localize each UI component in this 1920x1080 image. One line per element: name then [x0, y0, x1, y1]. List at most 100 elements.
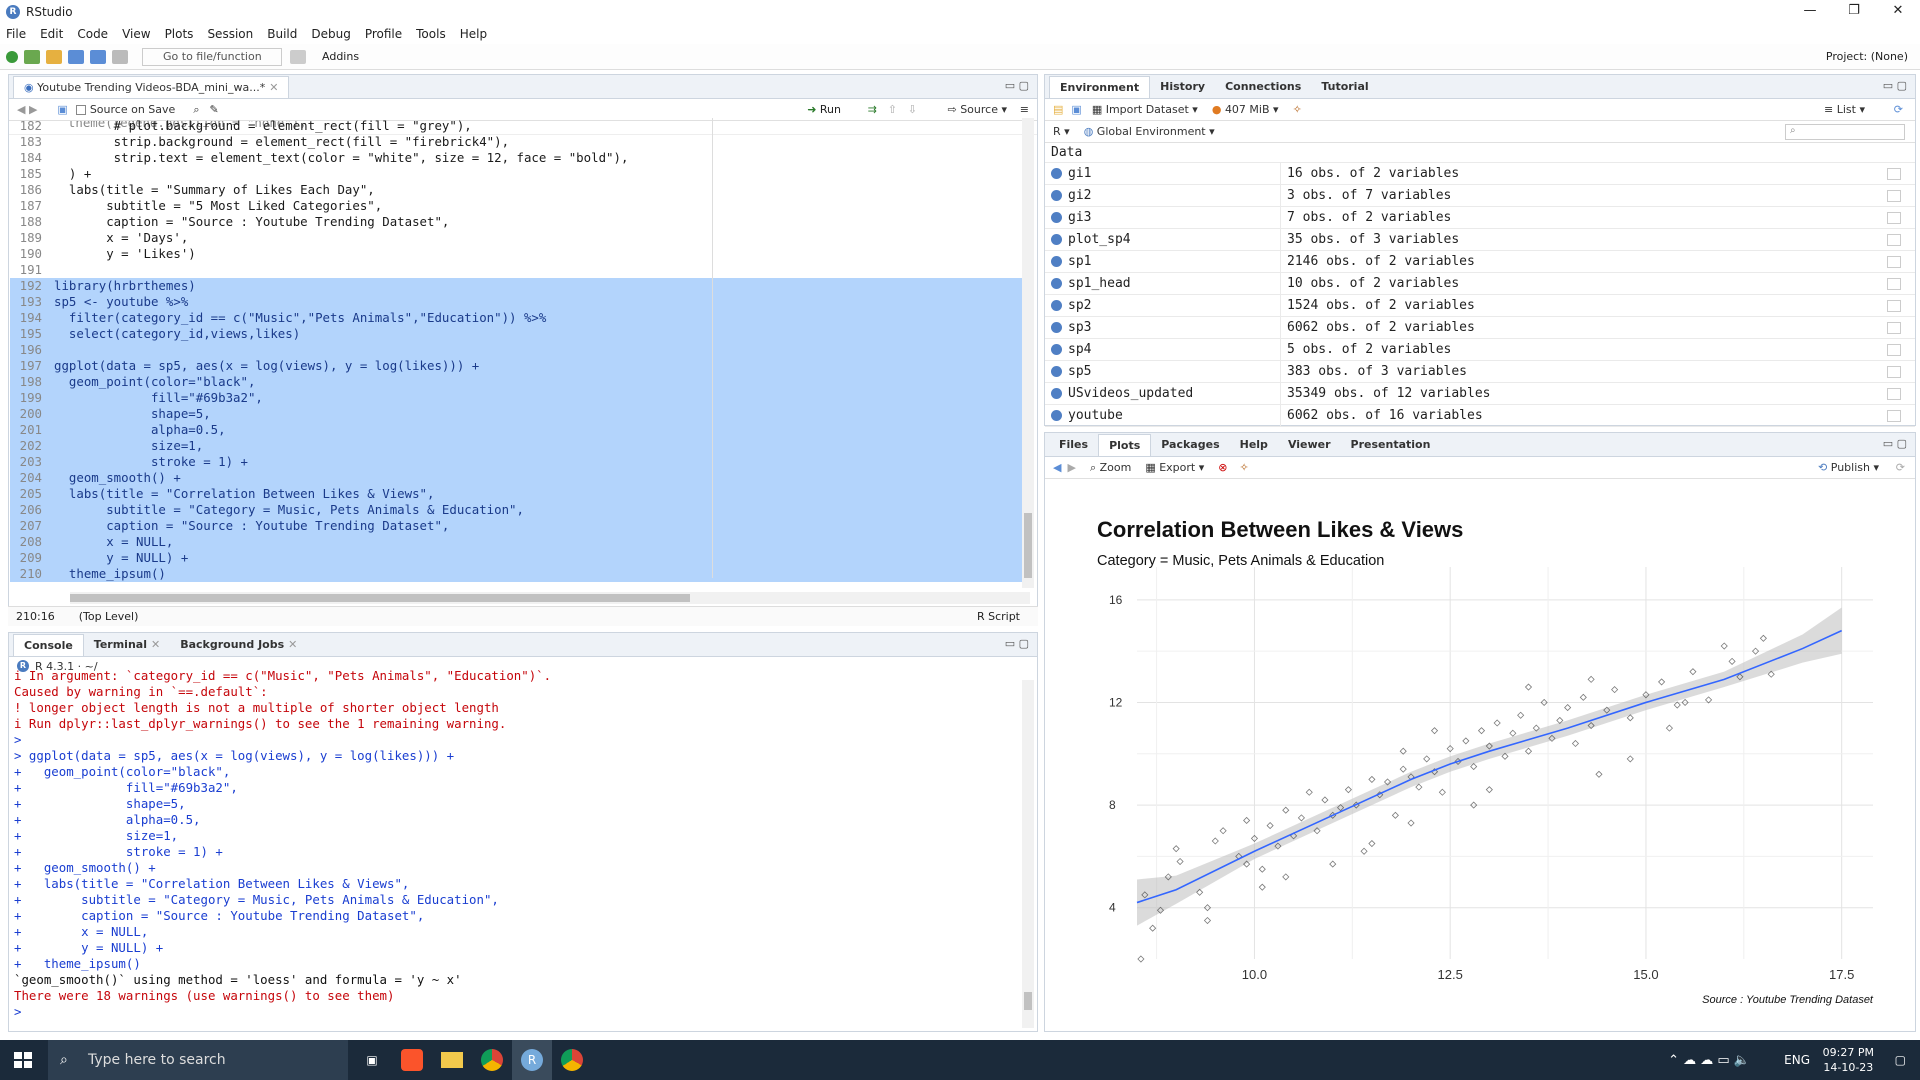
outline-icon[interactable]: ≡ — [1020, 103, 1029, 116]
code-line[interactable]: 200 shape=5, — [10, 406, 1034, 422]
code-line[interactable]: 188 caption = "Source : Youtube Trending… — [10, 214, 1034, 230]
open-file-icon[interactable] — [46, 49, 62, 64]
code-line[interactable]: 205 labs(title = "Correlation Between Li… — [10, 486, 1034, 502]
publish-menu[interactable]: ⟲ Publish ▾ — [1818, 461, 1879, 474]
tab-environment[interactable]: Environment — [1049, 76, 1151, 98]
environment-row[interactable]: gi1 16 obs. of 2 variables — [1045, 162, 1915, 185]
tray-icons[interactable]: ⌃ ☁ ☁ ▭ 🔈 — [1668, 1053, 1750, 1068]
view-data-icon[interactable] — [1887, 211, 1901, 224]
save-icon[interactable] — [68, 49, 84, 64]
editor-vscrollbar[interactable] — [1022, 118, 1034, 588]
environment-row[interactable]: sp1 2146 obs. of 2 variables — [1045, 250, 1915, 273]
environment-search-input[interactable]: ⌕ — [1785, 123, 1905, 140]
environment-row[interactable]: USvideos_updated 35349 obs. of 12 variabl… — [1045, 382, 1915, 405]
expand-icon[interactable] — [1051, 410, 1062, 421]
refresh-icon[interactable]: ⟳ — [1894, 103, 1903, 116]
new-file-icon[interactable] — [6, 50, 18, 63]
menu-profile[interactable]: Profile — [365, 27, 402, 41]
project-menu[interactable]: Project: (None) — [1826, 50, 1908, 63]
pane-minmax-icon[interactable]: ▭ ▢ — [1883, 437, 1907, 450]
notifications-icon[interactable]: ▢ — [1895, 1053, 1906, 1067]
source-on-save-checkbox[interactable] — [75, 104, 86, 115]
export-menu[interactable]: ▦ Export ▾ — [1145, 461, 1204, 474]
wand-icon[interactable]: ✎ — [209, 103, 218, 116]
task-view-icon[interactable]: ▣ — [352, 1040, 392, 1080]
tab-viewer[interactable]: Viewer — [1278, 434, 1341, 456]
pane-minmax-icon[interactable]: ▭ ▢ — [1005, 79, 1029, 92]
environment-row[interactable]: sp2 1524 obs. of 2 variables — [1045, 294, 1915, 317]
code-line[interactable]: 208 x = NULL, — [10, 534, 1034, 550]
addins-menu[interactable]: Addins — [322, 50, 359, 63]
code-editor[interactable]: 182 # plot.background = element_rect(fil… — [10, 118, 1034, 588]
code-line[interactable]: 195 select(category_id,views,likes) — [10, 326, 1034, 342]
console-scrollbar[interactable] — [1022, 680, 1034, 1028]
menu-plots[interactable]: Plots — [165, 27, 194, 41]
menu-tools[interactable]: Tools — [416, 27, 446, 41]
code-line[interactable]: 194 filter(category_id == c("Music","Pet… — [10, 310, 1034, 326]
menu-view[interactable]: View — [122, 27, 150, 41]
save-all-icon[interactable] — [90, 49, 106, 64]
editor-hscrollbar[interactable] — [70, 592, 1030, 604]
tab-console[interactable]: Console — [13, 634, 84, 656]
save-icon[interactable]: ▣ — [57, 103, 67, 116]
next-plot-icon[interactable]: ▶ — [1067, 461, 1075, 474]
view-data-icon[interactable] — [1887, 277, 1901, 290]
search-icon[interactable]: ⌕ — [193, 103, 199, 117]
tab-presentation[interactable]: Presentation — [1341, 434, 1441, 456]
view-mode-menu[interactable]: ≡ List ▾ — [1824, 103, 1865, 116]
code-line[interactable]: 197 ggplot(data = sp5, aes(x = log(views)… — [10, 358, 1034, 374]
refresh-icon[interactable]: ⟳ — [1896, 461, 1905, 474]
run-button[interactable]: ➜ Run — [807, 103, 841, 116]
expand-icon[interactable] — [1051, 278, 1062, 289]
view-data-icon[interactable] — [1887, 387, 1901, 400]
console-output[interactable]: i In argument: `category_id == c("Music"… — [10, 668, 1028, 1026]
view-data-icon[interactable] — [1887, 167, 1901, 180]
code-line[interactable]: 191 — [10, 262, 1034, 278]
zoom-button[interactable]: ⌕ Zoom — [1090, 461, 1131, 475]
menu-debug[interactable]: Debug — [311, 27, 350, 41]
code-line[interactable]: 209 y = NULL) + — [10, 550, 1034, 566]
menu-file[interactable]: File — [6, 27, 26, 41]
code-line[interactable]: 184 strip.text = element_text(color = "w… — [10, 150, 1034, 166]
save-workspace-icon[interactable]: ▣ — [1071, 103, 1081, 116]
menu-build[interactable]: Build — [267, 27, 297, 41]
chrome-icon[interactable] — [552, 1040, 592, 1080]
environment-row[interactable]: sp5 383 obs. of 3 variables — [1045, 360, 1915, 383]
file-explorer-icon[interactable] — [432, 1040, 472, 1080]
code-line[interactable]: 186 labs(title = "Summary of Likes Each … — [10, 182, 1034, 198]
code-line[interactable]: 185 ) + — [10, 166, 1034, 182]
minimize-button[interactable]: — — [1788, 0, 1832, 24]
close-tab-icon[interactable]: ✕ — [288, 638, 297, 651]
code-line[interactable]: 193 sp5 <- youtube %>% — [10, 294, 1034, 310]
expand-icon[interactable] — [1051, 256, 1062, 267]
editor-tab[interactable]: ◉ Youtube Trending Videos-BDA_mini_wa...… — [13, 76, 290, 98]
environment-row[interactable]: gi3 7 obs. of 2 variables — [1045, 206, 1915, 229]
code-line[interactable]: 206 subtitle = "Category = Music, Pets A… — [10, 502, 1034, 518]
taskbar-search-input[interactable]: ⌕ Type here to search — [48, 1040, 348, 1080]
code-line[interactable]: 190 y = 'Likes') — [10, 246, 1034, 262]
code-line[interactable]: 207 caption = "Source : Youtube Trending… — [10, 518, 1034, 534]
grid-layout-icon[interactable] — [290, 49, 306, 64]
menu-session[interactable]: Session — [207, 27, 253, 41]
rstudio-taskbar-icon[interactable]: R — [512, 1040, 552, 1080]
code-line[interactable]: 187 subtitle = "5 Most Liked Categories"… — [10, 198, 1034, 214]
expand-icon[interactable] — [1051, 190, 1062, 201]
environment-row[interactable]: sp1_head 10 obs. of 2 variables — [1045, 272, 1915, 295]
code-line[interactable]: 201 alpha=0.5, — [10, 422, 1034, 438]
expand-icon[interactable] — [1051, 366, 1062, 377]
view-data-icon[interactable] — [1887, 233, 1901, 246]
tab-tutorial[interactable]: Tutorial — [1311, 76, 1378, 98]
scope-menu[interactable]: (Top Level) — [79, 610, 139, 623]
windows-start-icon[interactable] — [14, 1052, 32, 1068]
source-button[interactable]: ⇨ Source ▾ — [947, 103, 1007, 116]
tab-packages[interactable]: Packages — [1151, 434, 1229, 456]
expand-icon[interactable] — [1051, 234, 1062, 245]
tab-files[interactable]: Files — [1049, 434, 1098, 456]
expand-icon[interactable] — [1051, 388, 1062, 399]
remove-plot-icon[interactable]: ⊗ — [1218, 461, 1227, 474]
code-line[interactable]: 192 library(hrbrthemes) — [10, 278, 1034, 294]
code-line[interactable]: 210 theme_ipsum() — [10, 566, 1034, 582]
close-button[interactable]: ✕ — [1876, 0, 1920, 24]
view-data-icon[interactable] — [1887, 321, 1901, 334]
environment-row[interactable]: gi2 3 obs. of 7 variables — [1045, 184, 1915, 207]
